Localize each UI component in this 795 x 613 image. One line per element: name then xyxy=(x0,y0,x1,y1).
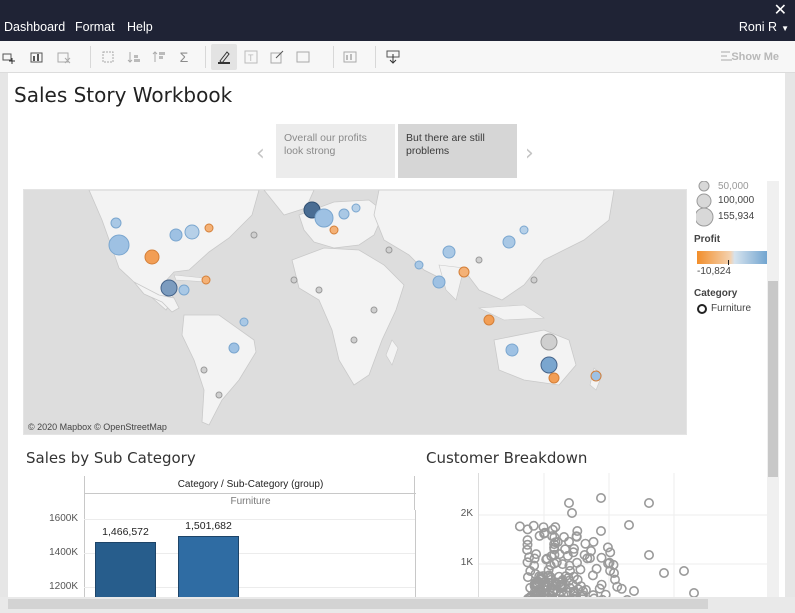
story-title: Sales Story Workbook xyxy=(14,83,233,107)
download-icon[interactable] xyxy=(386,50,400,64)
scatter-point xyxy=(514,521,525,532)
sort-ascending-icon[interactable] xyxy=(127,50,141,64)
scatter-point xyxy=(624,519,635,530)
profit-legend-title: Profit xyxy=(694,234,721,245)
size-legend-circles xyxy=(696,181,714,227)
bar-chart-header: Category / Sub-Category (group) Furnitur… xyxy=(84,476,416,510)
category-legend-title: Category xyxy=(694,288,738,299)
scatter-point xyxy=(596,552,607,563)
scatter-point xyxy=(689,588,700,599)
menu-bar: Dashboard Format Help ✕ Roni R ▼ xyxy=(0,0,795,41)
horizontal-scrollbar-thumb[interactable] xyxy=(8,599,708,609)
category-legend-marker xyxy=(697,304,707,314)
scatter-points xyxy=(514,492,700,613)
scatter-point xyxy=(605,547,616,558)
scatter-point xyxy=(629,586,640,597)
profit-zero-tick xyxy=(728,260,729,265)
scatter-point xyxy=(564,497,575,508)
fit-icon[interactable] xyxy=(296,50,310,64)
story-point-2[interactable]: But there are still problems xyxy=(398,124,517,178)
labels-icon[interactable]: T xyxy=(244,50,258,64)
bar-chart-header-label: Category / Sub-Category (group) xyxy=(85,476,416,494)
scatter-point xyxy=(580,538,591,549)
menu-format[interactable]: Format xyxy=(75,20,115,34)
scatter-point xyxy=(644,497,655,508)
category-legend-label[interactable]: Furniture xyxy=(711,303,751,314)
user-name: Roni R xyxy=(738,20,778,34)
vertical-scrollbar-thumb[interactable] xyxy=(768,281,778,477)
story-point-1[interactable]: Overall our profits look strong xyxy=(276,124,395,178)
y-tick-label: 1600K xyxy=(49,513,78,524)
swap-icon[interactable] xyxy=(101,50,115,64)
scatter-chart-title: Customer Breakdown xyxy=(426,449,588,467)
scatter-point xyxy=(679,566,690,577)
vertical-scrollbar[interactable] xyxy=(767,181,779,613)
scatter-plot-area[interactable] xyxy=(478,473,769,613)
highlight-icon[interactable] xyxy=(217,50,231,64)
gridline xyxy=(84,519,415,520)
scatter-point xyxy=(554,549,565,560)
toolbar-separator xyxy=(333,46,334,68)
scatter-point xyxy=(588,536,599,547)
bar-chart-title: Sales by Sub Category xyxy=(26,449,196,467)
user-menu[interactable]: Roni R ▼ xyxy=(739,20,789,34)
y-tick-label: 2K xyxy=(460,508,473,519)
size-legend-value: 50,000 xyxy=(718,181,749,192)
annotate-icon[interactable] xyxy=(270,50,284,64)
y-tick-label: 1K xyxy=(460,557,473,568)
profit-map[interactable]: © 2020 Mapbox © OpenStreetMap xyxy=(23,189,687,435)
presentation-icon[interactable] xyxy=(343,50,357,64)
clear-sheet-icon[interactable] xyxy=(57,50,71,64)
next-story-point-arrow[interactable]: › xyxy=(525,141,534,166)
y-tick-label: 1200K xyxy=(49,581,78,592)
scatter-point xyxy=(659,568,670,579)
scatter-point xyxy=(572,525,583,536)
profit-color-ramp xyxy=(697,251,768,264)
new-worksheet-icon[interactable] xyxy=(30,50,44,64)
bar-value-label: 1,466,572 xyxy=(102,525,149,538)
close-icon[interactable]: ✕ xyxy=(774,0,787,20)
scatter-point xyxy=(567,507,578,518)
chevron-down-icon: ▼ xyxy=(781,24,789,33)
map-canvas xyxy=(24,190,686,434)
scatter-point xyxy=(572,557,583,568)
show-me-button[interactable]: Show Me xyxy=(731,51,779,63)
previous-story-point-arrow[interactable]: ‹ xyxy=(256,141,265,166)
size-legend-value: 100,000 xyxy=(718,195,755,206)
toolbar-separator xyxy=(205,46,206,68)
toolbar-separator xyxy=(90,46,91,68)
scatter-point xyxy=(644,550,655,561)
bar-value-label: 1,501,682 xyxy=(185,519,232,532)
scatter-point xyxy=(587,570,598,581)
scatter-canvas xyxy=(479,473,769,613)
toolbar: Σ T Show Me xyxy=(0,41,795,73)
scatter-point xyxy=(596,525,607,536)
y-tick-label: 1400K xyxy=(49,547,78,558)
horizontal-scrollbar[interactable] xyxy=(0,597,795,613)
sort-descending-icon[interactable] xyxy=(152,50,166,64)
scatter-point xyxy=(596,492,607,503)
menu-help[interactable]: Help xyxy=(127,20,153,34)
scatter-point xyxy=(564,536,575,547)
menu-dashboard[interactable]: Dashboard xyxy=(4,20,65,34)
map-attribution: © 2020 Mapbox © OpenStreetMap xyxy=(28,422,167,432)
scatter-point xyxy=(602,542,613,553)
toolbar-separator xyxy=(375,46,376,68)
svg-text:T: T xyxy=(248,53,254,63)
bar-chart-category-label: Furniture xyxy=(230,496,271,507)
totals-icon[interactable]: Σ xyxy=(177,50,191,64)
profit-min-label: -10,824 xyxy=(697,266,731,277)
data-source-icon[interactable] xyxy=(2,50,16,64)
story-canvas: Sales Story Workbook ‹ Overall our profi… xyxy=(8,73,785,613)
size-legend-value: 155,934 xyxy=(718,211,755,222)
